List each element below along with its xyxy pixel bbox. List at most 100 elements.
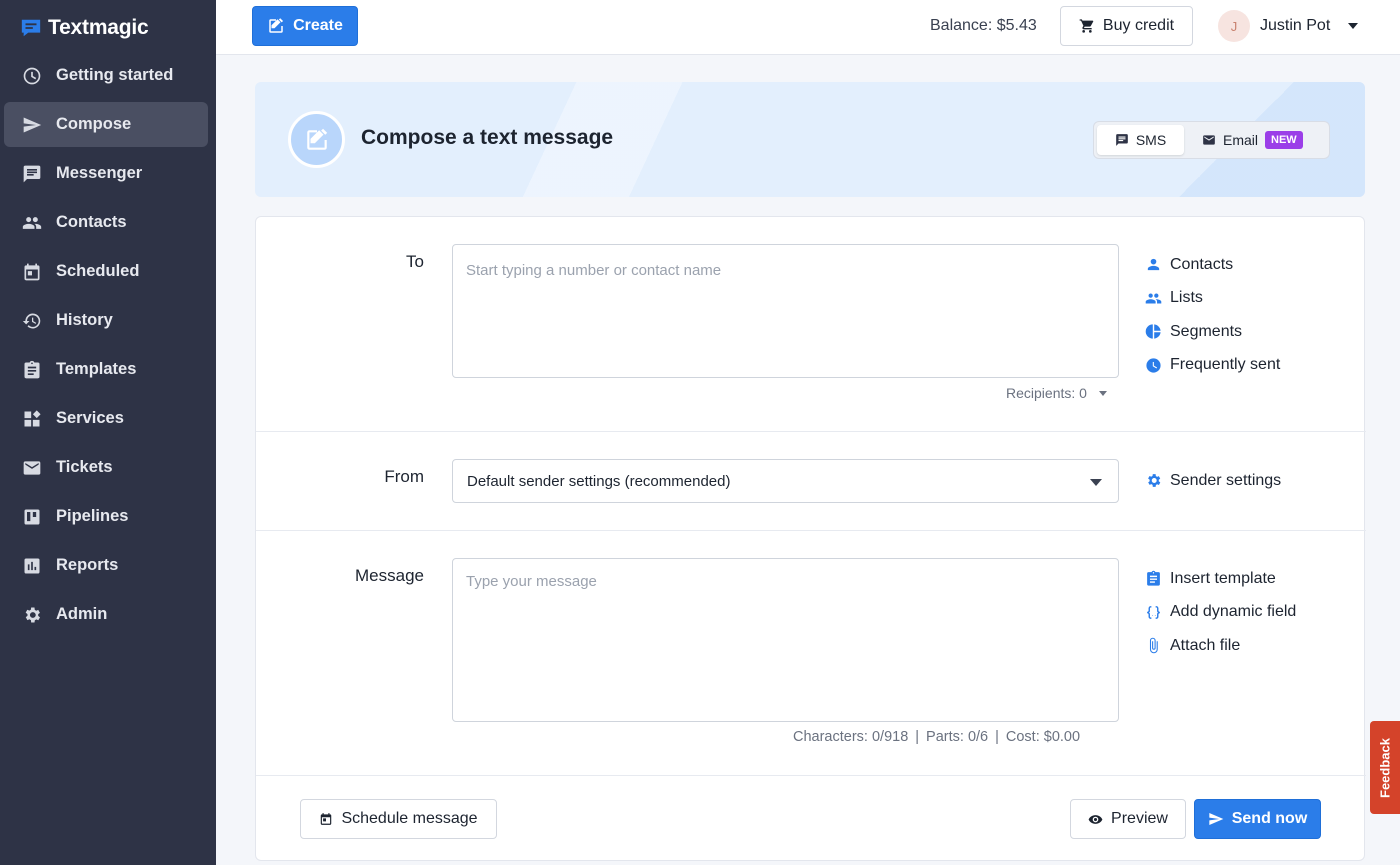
avatar: J [1218,10,1250,42]
lists-link-label: Lists [1170,289,1203,307]
sms-icon [1115,134,1128,146]
sidebar-item-scheduled[interactable]: Scheduled [4,249,208,294]
segments-link[interactable]: Segments [1145,315,1280,349]
divider [256,431,1366,432]
lists-link[interactable]: Lists [1145,282,1280,316]
textmagic-logo[interactable]: Textmagic [20,14,149,42]
sidebar-item-getting-started[interactable]: Getting started [4,53,208,98]
sidebar-item-label: Tickets [56,458,113,476]
cart-icon [1079,19,1094,33]
bar-chart-icon [22,556,42,576]
insert-template-link[interactable]: Insert template [1145,562,1296,596]
mail-icon [1203,135,1215,145]
recipient-sources: Contacts Lists Segments Frequently sent [1145,248,1280,382]
mail-icon [22,458,42,478]
sidebar-item-services[interactable]: Services [4,396,208,441]
insert-template-label: Insert template [1170,569,1276,587]
parts-count: Parts: 0/6 [926,729,989,745]
cost-value: Cost: $0.00 [1005,729,1081,745]
calendar-icon [22,262,42,282]
balance-text: Balance: $5.43 [930,17,1037,34]
top-bar: Create Balance: $5.43 Buy credit J Justi… [216,0,1400,55]
separator: | [995,729,999,745]
sidebar-item-pipelines[interactable]: Pipelines [4,494,208,539]
group-icon [1145,293,1162,304]
send-now-label: Send now [1231,810,1308,827]
sidebar-item-messenger[interactable]: Messenger [4,151,208,196]
message-label: Message [355,566,424,585]
sidebar-item-templates[interactable]: Templates [4,347,208,392]
sidebar-item-reports[interactable]: Reports [4,543,208,588]
preview-button[interactable]: Preview [1070,799,1186,839]
tab-sms-label: SMS [1135,132,1167,148]
characters-count: Characters: 0/918 [793,729,909,745]
schedule-message-label: Schedule message [341,810,478,827]
sidebar-item-label: Compose [56,115,132,133]
compose-header-banner: Compose a text message SMS Email NEW [255,82,1365,197]
channel-toggle: SMS Email NEW [1093,121,1330,159]
preview-label: Preview [1111,810,1168,827]
chevron-down-icon [1098,390,1107,396]
tab-email-label: Email [1223,132,1259,148]
gear-icon [1148,474,1161,488]
sidebar-item-label: Services [56,409,124,427]
feedback-label: Feedback [1377,737,1393,798]
sidebar-item-label: Messenger [56,164,143,182]
sidebar-item-label: Admin [56,605,108,623]
recipients-count[interactable]: Recipients: 0 [1006,385,1107,401]
recipients-input[interactable]: Start typing a number or contact name [452,244,1119,378]
add-dynamic-field-link[interactable]: Add dynamic field [1145,596,1296,630]
new-badge: NEW [1265,131,1303,149]
send-icon [1209,813,1224,825]
sender-settings-link[interactable]: Sender settings [1145,464,1281,498]
clipboard-icon [22,360,42,380]
sender-select-value: Default sender settings (recommended) [467,472,731,490]
sender-settings-label: Sender settings [1170,471,1282,489]
sidebar-item-label: Getting started [56,66,174,84]
sidebar-item-label: Reports [56,556,119,574]
sidebar-item-label: Contacts [56,213,127,231]
message-tools: Insert template Add dynamic field Attach… [1145,562,1296,663]
create-button-label: Create [293,17,343,34]
sidebar-item-admin[interactable]: Admin [4,592,208,637]
recipients-placeholder: Start typing a number or contact name [466,262,722,279]
sidebar-item-tickets[interactable]: Tickets [4,445,208,490]
schedule-message-button[interactable]: Schedule message [300,799,497,839]
from-label: From [384,467,424,486]
frequently-sent-link[interactable]: Frequently sent [1145,349,1280,383]
create-button[interactable]: Create [252,6,358,46]
divider [256,530,1366,531]
pie-chart-icon [1145,324,1161,339]
feedback-tab[interactable]: Feedback [1370,721,1400,814]
sidebar-item-label: Scheduled [56,262,140,280]
message-placeholder: Type your message [466,573,597,590]
message-textarea[interactable]: Type your message [452,558,1119,722]
user-menu[interactable]: J Justin Pot [1218,10,1359,42]
tab-sms[interactable]: SMS [1097,125,1184,155]
segments-link-label: Segments [1170,322,1243,340]
gear-icon [22,605,42,625]
divider [256,775,1366,776]
sidebar-item-label: History [56,311,113,329]
recipients-count-text: Recipients: 0 [1006,385,1087,401]
send-now-button[interactable]: Send now [1194,799,1321,839]
to-label: To [406,252,424,271]
logo-icon [21,19,41,37]
contacts-link[interactable]: Contacts [1145,248,1280,282]
clipboard-icon [1147,571,1160,586]
sender-select[interactable]: Default sender settings (recommended) [452,459,1119,503]
tab-email[interactable]: Email NEW [1202,125,1303,155]
sidebar-item-history[interactable]: History [4,298,208,343]
logo-text: Textmagic [48,16,149,39]
chevron-down-icon [1348,23,1359,29]
compose-form: To Start typing a number or contact name… [255,216,1366,861]
chat-icon [22,164,42,184]
sidebar-item-label: Pipelines [56,507,129,525]
page-title: Compose a text message [361,126,614,149]
history-icon [22,311,42,331]
attach-file-link[interactable]: Attach file [1145,629,1296,663]
sidebar-item-compose[interactable]: Compose [4,102,208,147]
sidebar-item-contacts[interactable]: Contacts [4,200,208,245]
send-icon [22,115,42,135]
buy-credit-button[interactable]: Buy credit [1060,6,1193,46]
